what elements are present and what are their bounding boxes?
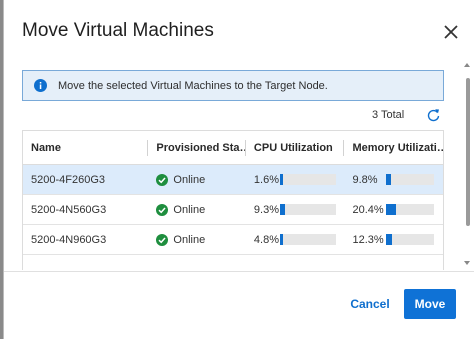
scrollbar-thumb[interactable] (466, 78, 470, 226)
cpu-bar-fill (279, 174, 283, 185)
cpu-bar-fill (279, 234, 283, 245)
info-message: Move the selected Virtual Machines to th… (58, 79, 328, 92)
memory-cell: 12.3% (344, 225, 443, 254)
memory-value: 9.8% (352, 173, 378, 186)
status-cell: Online (148, 225, 246, 254)
status-text: Online (173, 233, 206, 246)
status-cell: Online (148, 165, 246, 194)
footer-divider (4, 271, 474, 272)
table-row[interactable]: 5200-4N960G3 Online 4.8% 12.3% (23, 225, 443, 255)
info-icon (34, 79, 47, 92)
memory-bar-fill (386, 174, 392, 185)
move-vm-dialog: Move Virtual Machines Move the selected … (3, 0, 474, 339)
check-circle-icon (156, 203, 169, 216)
dialog-title: Move Virtual Machines (22, 20, 214, 41)
memory-bar-fill (386, 234, 393, 245)
vm-name: 5200-4N960G3 (31, 233, 107, 246)
close-icon[interactable] (441, 22, 461, 42)
cpu-value: 4.8% (253, 233, 279, 246)
cpu-bar (279, 174, 336, 185)
cpu-value: 1.6% (253, 173, 279, 186)
cpu-cell: 9.3% (246, 195, 345, 224)
memory-bar (386, 204, 435, 215)
status-text: Online (173, 173, 206, 186)
refresh-icon[interactable] (427, 108, 440, 122)
cpu-bar (279, 204, 336, 215)
column-header-provisioned-status[interactable]: Provisioned Sta… (148, 131, 246, 164)
table-header: Name Provisioned Sta… CPU Utilization Me… (23, 131, 443, 165)
cpu-bar-fill (279, 204, 285, 215)
memory-cell: 20.4% (344, 195, 443, 224)
status-cell: Online (148, 195, 246, 224)
column-header-cpu-utilization[interactable]: CPU Utilization (246, 131, 345, 164)
cpu-cell: 1.6% (246, 165, 345, 194)
cpu-cell: 4.8% (246, 225, 345, 254)
memory-value: 20.4% (352, 203, 384, 216)
cancel-button[interactable]: Cancel (340, 291, 400, 317)
table-row[interactable]: 5200-4N560G3 Online 9.3% 20.4% (23, 195, 443, 225)
table-row[interactable]: 5200-4F260G3 Online 1.6% 9.8% (23, 165, 443, 195)
scroll-down-arrow[interactable] (464, 261, 470, 265)
check-circle-icon (156, 173, 169, 186)
memory-value: 12.3% (352, 233, 384, 246)
memory-bar (386, 174, 435, 185)
memory-bar-fill (386, 204, 397, 215)
vm-table: Name Provisioned Sta… CPU Utilization Me… (22, 130, 444, 270)
vm-name: 5200-4F260G3 (31, 173, 105, 186)
memory-bar (386, 234, 435, 245)
memory-cell: 9.8% (344, 165, 443, 194)
move-button[interactable]: Move (404, 289, 456, 319)
info-banner: Move the selected Virtual Machines to th… (22, 70, 444, 101)
status-text: Online (173, 203, 206, 216)
column-header-memory-utilization[interactable]: Memory Utilizati… (344, 131, 443, 164)
total-count: 3 Total (372, 109, 405, 121)
column-header-name[interactable]: Name (23, 131, 149, 164)
cpu-bar (279, 234, 336, 245)
check-circle-icon (156, 233, 169, 246)
vm-name: 5200-4N560G3 (31, 203, 107, 216)
cpu-value: 9.3% (253, 203, 279, 216)
